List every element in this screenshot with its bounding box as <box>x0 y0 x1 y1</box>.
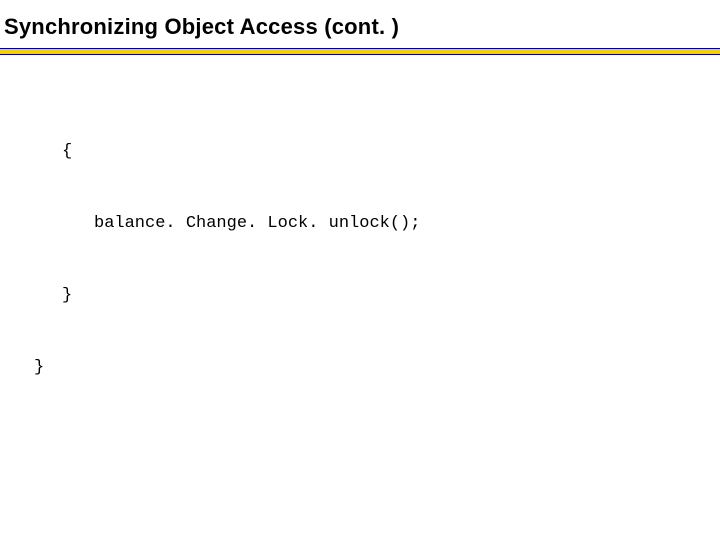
slide: Synchronizing Object Access (cont. ) { b… <box>0 0 720 540</box>
code-line-2: balance. Change. Lock. unlock(); <box>94 212 420 236</box>
code-line-4: } <box>34 356 420 380</box>
title-rule-inner <box>0 49 720 54</box>
code-line-3: } <box>62 284 420 308</box>
slide-title: Synchronizing Object Access (cont. ) <box>4 14 399 40</box>
code-line-1: { <box>62 140 420 164</box>
code-block: { balance. Change. Lock. unlock(); } } <box>34 92 420 428</box>
